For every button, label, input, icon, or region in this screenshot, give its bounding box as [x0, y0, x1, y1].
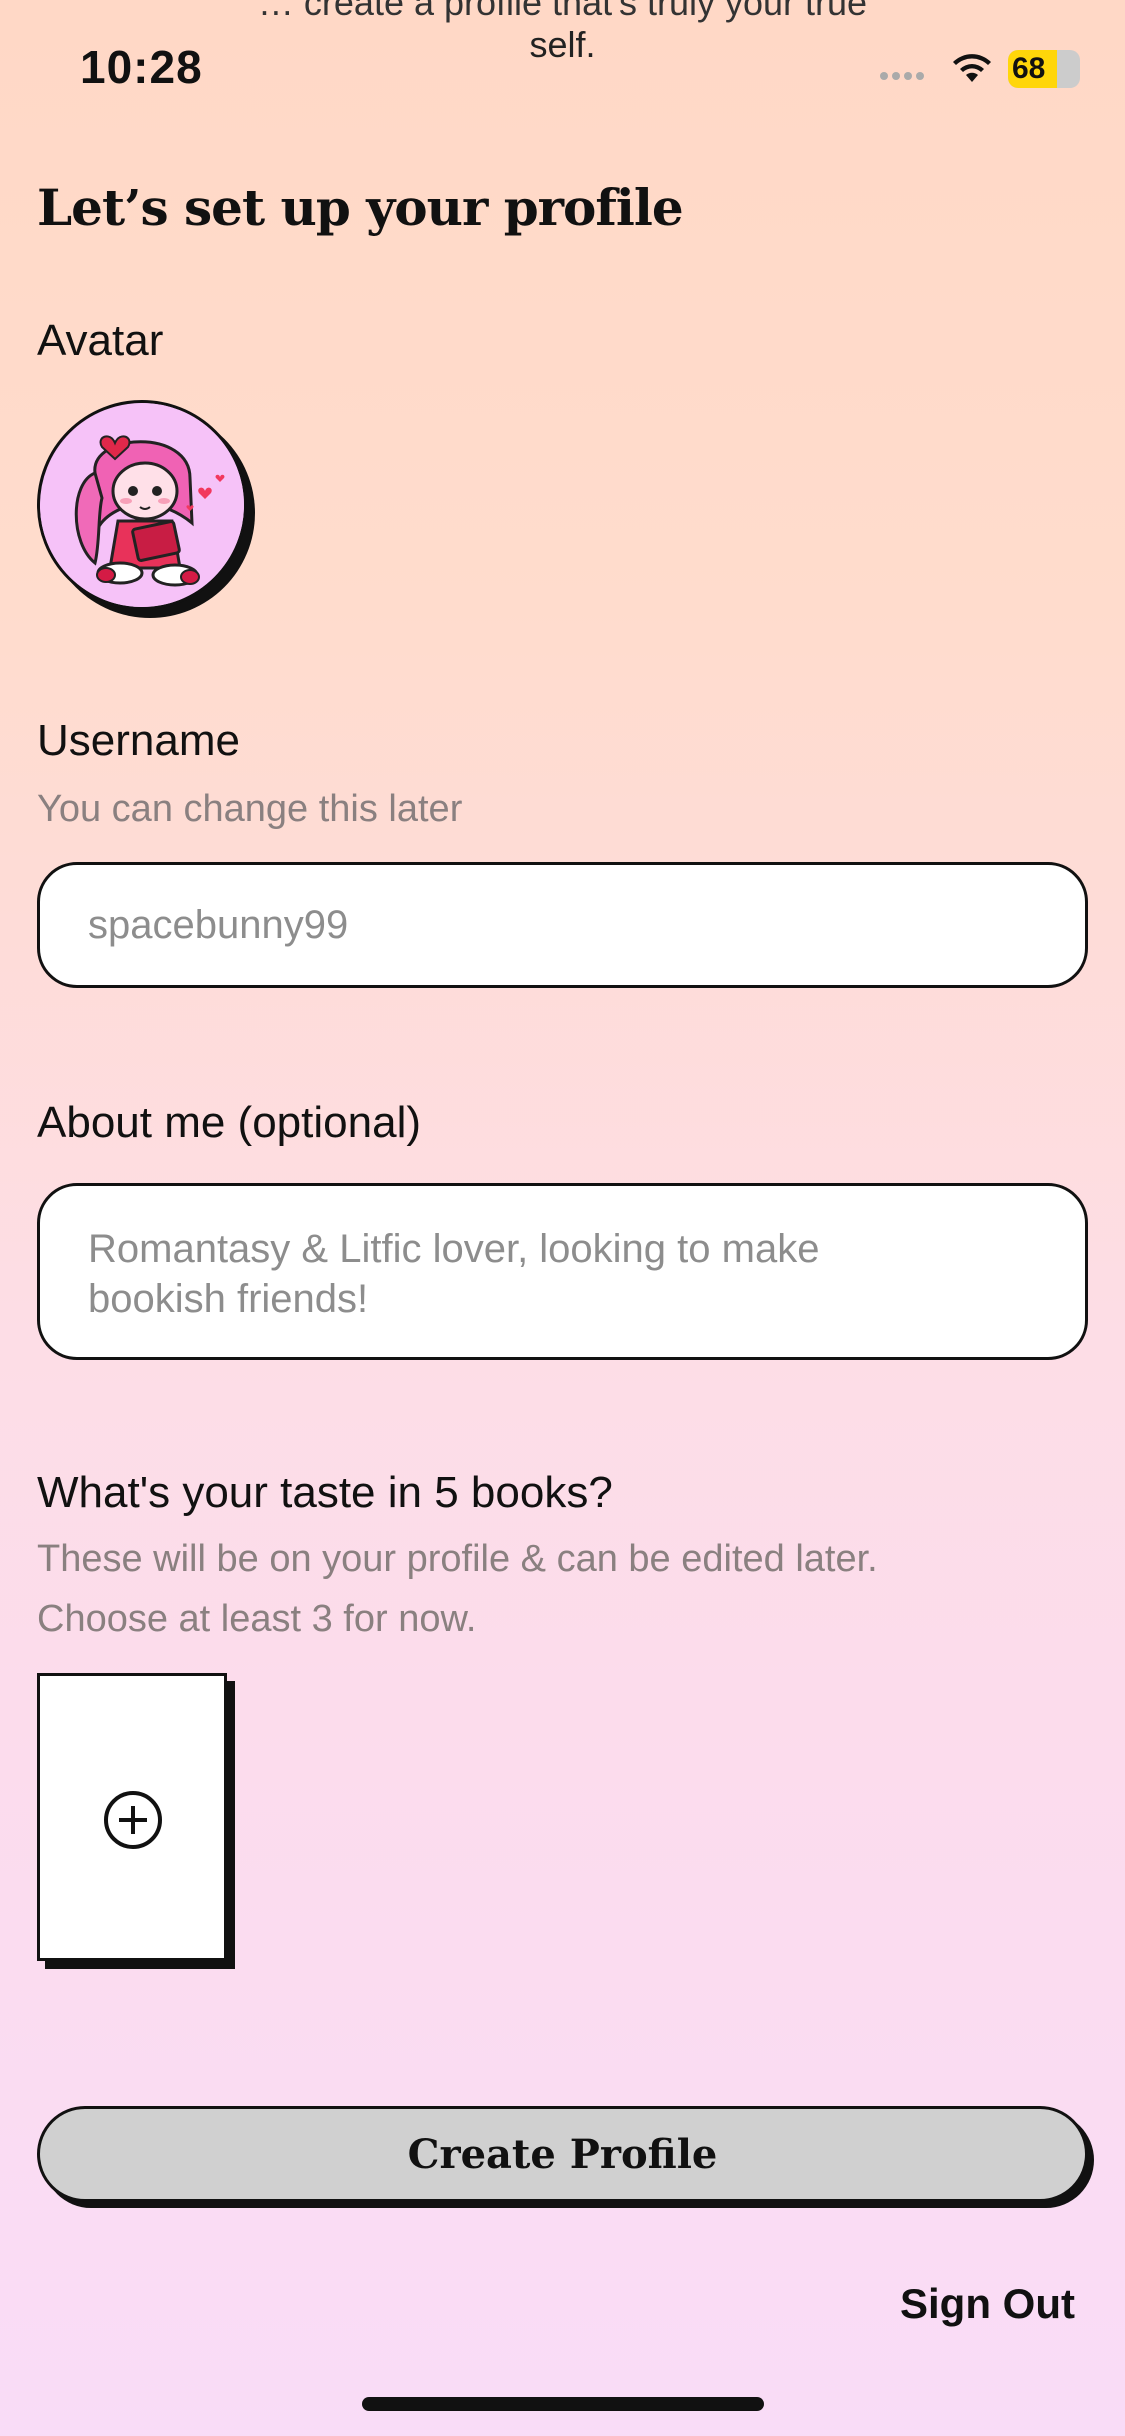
- avatar-illustration: [40, 403, 244, 607]
- username-hint: You can change this later: [37, 788, 463, 830]
- avatar-label: Avatar: [37, 316, 164, 365]
- status-time: 10:28: [80, 41, 203, 93]
- overscroll-text-cut: … create a profile that's truly your tru…: [257, 0, 868, 23]
- about-field[interactable]: Romantasy & Litfic lover, looking to mak…: [37, 1183, 1088, 1360]
- about-label: About me (optional): [37, 1098, 421, 1147]
- books-hint-line2: Choose at least 3 for now.: [37, 1598, 477, 1640]
- sign-out-button[interactable]: Sign Out: [900, 2280, 1075, 2328]
- username-placeholder: spacebunny99: [88, 902, 349, 947]
- create-profile-button[interactable]: Create Profile: [37, 2106, 1088, 2202]
- username-label: Username: [37, 716, 240, 765]
- books-label: What's your taste in 5 books?: [37, 1468, 613, 1517]
- add-book-slot[interactable]: [37, 1673, 227, 1961]
- books-hint-line1: These will be on your profile & can be e…: [37, 1538, 878, 1580]
- add-circle-icon: [104, 1791, 162, 1849]
- wifi-icon: [953, 54, 991, 82]
- avatar-button[interactable]: [37, 400, 247, 610]
- page-title: Let’s set up your profile: [37, 178, 684, 237]
- home-indicator[interactable]: [362, 2397, 764, 2411]
- battery-percent: 68: [1012, 52, 1046, 85]
- battery-icon: 68: [1008, 50, 1080, 88]
- about-placeholder: Romantasy & Litfic lover, looking to mak…: [88, 1227, 820, 1321]
- username-field[interactable]: spacebunny99: [37, 862, 1088, 988]
- cellular-signal-icon: [880, 72, 924, 80]
